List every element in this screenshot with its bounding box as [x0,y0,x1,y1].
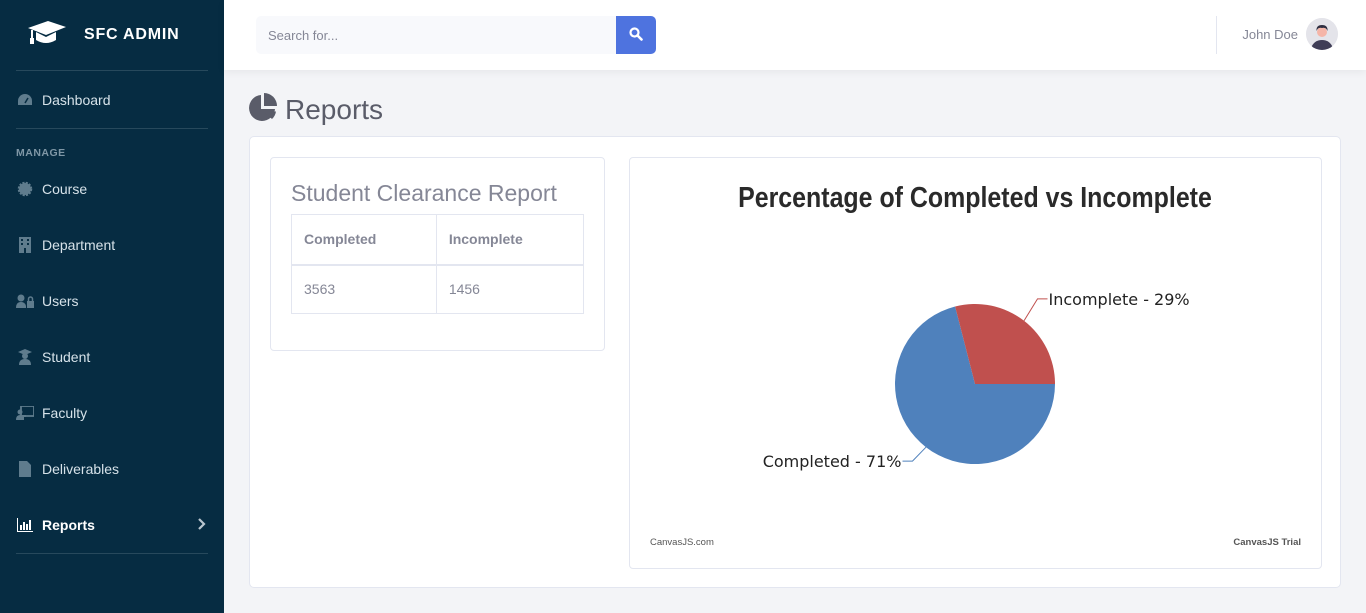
column-header-completed: Completed [291,214,437,266]
graduation-cap-icon [26,18,66,53]
sidebar-item-reports[interactable]: Reports [0,497,224,553]
cell-completed: 3563 [291,264,437,314]
sidebar-item-label: Student [42,349,91,365]
brand[interactable]: SFC ADMIN [0,0,224,70]
search-input[interactable] [256,16,616,54]
sidebar-divider [16,553,208,554]
tachometer-icon [16,92,34,108]
brand-name: SFC ADMIN [84,26,180,43]
sidebar-item-label: Reports [42,517,95,533]
sidebar-heading: MANAGE [16,147,66,159]
chart-card: Percentage of Completed vs Incomplete Co… [629,157,1322,569]
building-icon [16,237,34,253]
cog-icon [16,181,34,197]
canvasjs-credit[interactable]: CanvasJS.com [650,537,714,548]
slice-label-incomplete: Incomplete - 29% [1049,290,1190,309]
chart-bar-icon [16,517,34,533]
canvasjs-trial: CanvasJS Trial [1233,537,1301,548]
sidebar-item-course[interactable]: Course [0,161,224,217]
chevron-right-icon [198,517,206,533]
topbar: John Doe [224,0,1366,70]
avatar [1306,18,1338,50]
leader-line-incomplete [1023,298,1048,322]
report-table: Completed Incomplete 3563 1456 [291,214,585,314]
user-lock-icon [16,293,34,309]
search-icon [629,26,643,44]
reports-card: Student Clearance Report Completed Incom… [249,136,1341,588]
leader-line-completed [902,446,927,462]
sidebar-item-label: Course [42,181,88,197]
page-header: Reports [248,92,383,127]
sidebar-item-label: Department [42,237,116,253]
cell-incomplete: 1456 [435,264,585,314]
table-header-row: Completed Incomplete [291,214,585,266]
chart-pie-icon [248,92,285,127]
table-row: 3563 1456 [291,264,585,314]
sidebar-item-users[interactable]: Users [0,273,224,329]
search-form [256,16,656,54]
topbar-divider [1216,16,1217,54]
column-header-incomplete: Incomplete [435,214,585,266]
file-icon [16,461,34,477]
sidebar-item-dashboard[interactable]: Dashboard [0,71,224,128]
user-menu[interactable]: John Doe [1242,18,1338,50]
search-button[interactable] [616,16,656,54]
report-title: Student Clearance Report [291,180,557,206]
chart-title: Percentage of Completed vs Incomplete [738,181,1212,213]
sidebar-item-department[interactable]: Department [0,217,224,273]
sidebar-item-deliverables[interactable]: Deliverables [0,441,224,497]
slice-label-completed: Completed - 71% [763,452,902,471]
sidebar-item-label: Faculty [42,405,88,421]
user-graduate-icon [16,349,34,365]
sidebar-item-faculty[interactable]: Faculty [0,385,224,441]
sidebar-item-label: Users [42,293,79,309]
sidebar-item-label: Dashboard [42,91,111,108]
page-title: Reports [285,93,384,125]
sidebar-item-student[interactable]: Student [0,329,224,385]
user-name: John Doe [1242,26,1298,42]
pie-chart: Percentage of Completed vs Incomplete Co… [650,181,1301,548]
student-clearance-card: Student Clearance Report Completed Incom… [270,157,605,351]
chalkboard-teacher-icon [16,405,34,421]
sidebar-item-label: Deliverables [42,461,120,477]
sidebar: SFC ADMIN Dashboard MANAGE Course Depart… [0,0,224,613]
